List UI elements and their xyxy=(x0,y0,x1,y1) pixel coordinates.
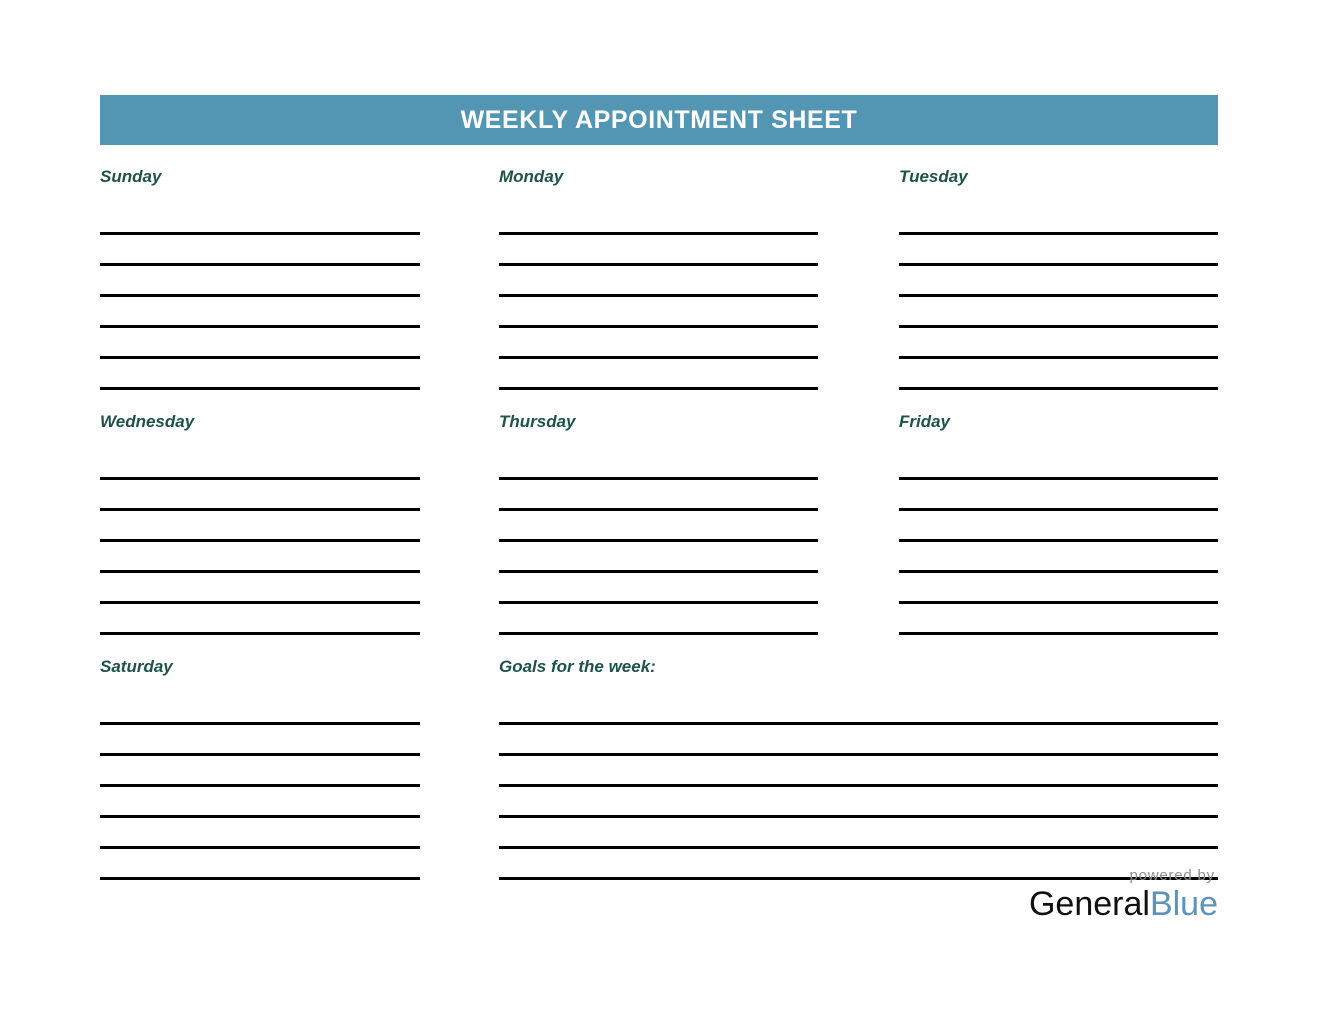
day-label-sunday: Sunday xyxy=(100,167,162,186)
write-line[interactable] xyxy=(899,359,1218,390)
write-line[interactable] xyxy=(899,451,1218,480)
day-label-thursday: Thursday xyxy=(499,412,576,431)
write-line[interactable] xyxy=(100,542,420,573)
generalblue-logo: powered by GeneralBlue xyxy=(958,867,1218,923)
write-lines-wednesday xyxy=(100,451,420,635)
write-line[interactable] xyxy=(100,480,420,511)
brand-general-text: General xyxy=(1028,885,1150,923)
write-line[interactable] xyxy=(100,511,420,542)
write-lines-tuesday xyxy=(899,206,1218,390)
write-line[interactable] xyxy=(100,359,420,390)
write-line[interactable] xyxy=(499,328,818,359)
write-line[interactable] xyxy=(499,206,818,235)
page-title: WEEKLY APPOINTMENT SHEET xyxy=(460,105,858,134)
write-lines-saturday xyxy=(100,696,420,880)
day-block-saturday: Saturday xyxy=(100,635,420,880)
brand-wordmark: GeneralBlue xyxy=(958,885,1218,923)
day-label-saturday: Saturday xyxy=(100,657,173,676)
write-line[interactable] xyxy=(499,696,1218,725)
write-line[interactable] xyxy=(499,235,818,266)
write-line[interactable] xyxy=(899,328,1218,359)
write-line[interactable] xyxy=(499,604,818,635)
day-block-thursday: Thursday xyxy=(499,390,818,635)
day-block-wednesday: Wednesday xyxy=(100,390,420,635)
write-line[interactable] xyxy=(499,725,1218,756)
brand-blue-text: Blue xyxy=(1149,885,1218,923)
write-line[interactable] xyxy=(499,266,818,297)
write-line[interactable] xyxy=(499,480,818,511)
write-line[interactable] xyxy=(899,604,1218,635)
week-grid: Sunday Monday Tuesday Wednesday Thursday… xyxy=(100,145,1218,880)
write-line[interactable] xyxy=(100,725,420,756)
day-block-tuesday: Tuesday xyxy=(899,145,1218,390)
day-block-monday: Monday xyxy=(499,145,818,390)
write-line[interactable] xyxy=(499,573,818,604)
write-line[interactable] xyxy=(100,696,420,725)
write-line[interactable] xyxy=(899,542,1218,573)
write-lines-goals xyxy=(499,696,1218,880)
write-line[interactable] xyxy=(100,787,420,818)
appointment-sheet: WEEKLY APPOINTMENT SHEET Sunday Monday T… xyxy=(100,95,1218,923)
write-line[interactable] xyxy=(100,266,420,297)
day-label-monday: Monday xyxy=(499,167,564,186)
write-line[interactable] xyxy=(100,297,420,328)
write-line[interactable] xyxy=(899,235,1218,266)
write-line[interactable] xyxy=(899,573,1218,604)
title-bar: WEEKLY APPOINTMENT SHEET xyxy=(100,95,1218,145)
write-line[interactable] xyxy=(100,604,420,635)
write-line[interactable] xyxy=(499,542,818,573)
write-line[interactable] xyxy=(499,451,818,480)
write-line[interactable] xyxy=(100,235,420,266)
day-label-wednesday: Wednesday xyxy=(100,412,195,431)
write-line[interactable] xyxy=(499,359,818,390)
write-line[interactable] xyxy=(899,206,1218,235)
write-line[interactable] xyxy=(100,451,420,480)
write-line[interactable] xyxy=(899,511,1218,542)
goals-block: Goals for the week: xyxy=(499,635,1218,880)
write-lines-monday xyxy=(499,206,818,390)
powered-by-label: powered by xyxy=(1129,867,1215,884)
write-lines-sunday xyxy=(100,206,420,390)
write-line[interactable] xyxy=(100,206,420,235)
write-line[interactable] xyxy=(499,818,1218,849)
write-line[interactable] xyxy=(899,266,1218,297)
write-line[interactable] xyxy=(499,756,1218,787)
write-line[interactable] xyxy=(100,756,420,787)
day-block-friday: Friday xyxy=(899,390,1218,635)
write-line[interactable] xyxy=(100,849,420,880)
write-line[interactable] xyxy=(899,297,1218,328)
write-line[interactable] xyxy=(100,573,420,604)
write-line[interactable] xyxy=(499,787,1218,818)
write-lines-friday xyxy=(899,451,1218,635)
write-line[interactable] xyxy=(100,328,420,359)
write-line[interactable] xyxy=(499,511,818,542)
day-label-tuesday: Tuesday xyxy=(899,167,968,186)
write-line[interactable] xyxy=(899,480,1218,511)
day-block-sunday: Sunday xyxy=(100,145,420,390)
goals-label: Goals for the week: xyxy=(499,657,656,676)
write-lines-thursday xyxy=(499,451,818,635)
day-label-friday: Friday xyxy=(899,412,951,431)
write-line[interactable] xyxy=(100,818,420,849)
write-line[interactable] xyxy=(499,297,818,328)
